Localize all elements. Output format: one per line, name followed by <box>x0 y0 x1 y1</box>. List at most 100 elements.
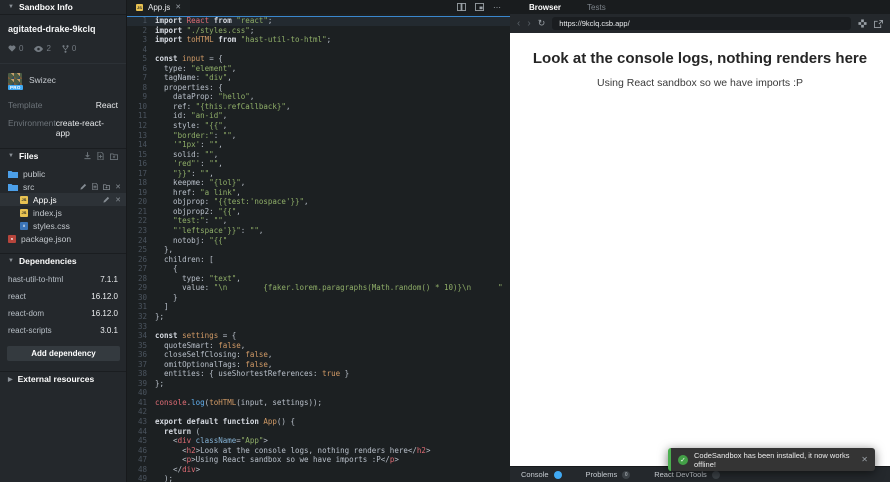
close-icon[interactable]: ✕ <box>175 3 181 11</box>
code-line-20[interactable]: 20 objprop: "{{test:'nospace'}}", <box>127 197 510 207</box>
new-folder-icon[interactable] <box>110 153 118 160</box>
code-line-40[interactable]: 40 <box>127 388 510 398</box>
pencil-icon[interactable] <box>80 183 87 190</box>
code-line-30[interactable]: 30 } <box>127 293 510 303</box>
code-line-21[interactable]: 21 objprop2: "{{", <box>127 207 510 217</box>
code-line-47[interactable]: 47 <p>Using React sandbox so we have imp… <box>127 455 510 465</box>
code-line-15[interactable]: 15 solid: "", <box>127 150 510 160</box>
code-line-8[interactable]: 8 properties: { <box>127 83 510 93</box>
preview-window-icon[interactable] <box>475 3 484 11</box>
code-line-27[interactable]: 27 { <box>127 264 510 274</box>
code-line-18[interactable]: 18 keepme: "{lol}", <box>127 178 510 188</box>
file-row-public[interactable]: public <box>0 167 126 180</box>
code-line-36[interactable]: 36 closeSelfClosing: false, <box>127 350 510 360</box>
code-line-13[interactable]: 13 "border:": "", <box>127 131 510 141</box>
code-line-29[interactable]: 29 value: "\n {faker.lorem.paragraphs(Ma… <box>127 283 510 293</box>
download-icon[interactable] <box>84 152 91 160</box>
back-icon[interactable]: ‹ <box>517 19 520 29</box>
code-line-17[interactable]: 17 "}}": "", <box>127 169 510 179</box>
code-line-1[interactable]: 1import React from "react"; <box>127 16 510 26</box>
code-line-9[interactable]: 9 dataProp: "hello", <box>127 92 510 102</box>
code-line-4[interactable]: 4 <box>127 45 510 55</box>
dependency-row[interactable]: hast-util-to-html7.1.1 <box>0 271 126 288</box>
code-line-6[interactable]: 6 type: "element", <box>127 64 510 74</box>
code-line-28[interactable]: 28 type: "text", <box>127 274 510 284</box>
code-line-45[interactable]: 45 <div className="App"> <box>127 436 510 446</box>
delete-icon[interactable]: ✕ <box>115 196 121 204</box>
code-line-37[interactable]: 37 omitOptionalTags: false, <box>127 360 510 370</box>
code-line-12[interactable]: 12 style: "{{", <box>127 121 510 131</box>
files-section-header[interactable]: ▼ Files <box>0 148 126 163</box>
code-line-26[interactable]: 26 children: [ <box>127 255 510 265</box>
code-line-42[interactable]: 42 <box>127 407 510 417</box>
sandbox-info-header[interactable]: ▼ Sandbox Info <box>0 0 126 15</box>
code-line-3[interactable]: 3import toHTML from "hast-util-to-html"; <box>127 35 510 45</box>
file-row-index-js[interactable]: JSindex.js <box>0 206 126 219</box>
code-line-41[interactable]: 41console.log(toHTML(input, settings)); <box>127 398 510 408</box>
responsive-mode-icon[interactable] <box>858 19 867 28</box>
forks-stat[interactable]: 0 <box>62 44 76 53</box>
tab-appjs[interactable]: JS App.js ✕ <box>127 0 190 14</box>
close-icon[interactable]: ✕ <box>861 455 868 464</box>
line-number: 40 <box>127 388 147 398</box>
file-row-src[interactable]: src✕ <box>0 180 126 193</box>
code-line-49[interactable]: 49 ); <box>127 474 510 482</box>
likes-stat[interactable]: 0 <box>8 44 23 53</box>
code-line-7[interactable]: 7 tagName: "div", <box>127 73 510 83</box>
code-line-25[interactable]: 25 }, <box>127 245 510 255</box>
statusbar-problems[interactable]: Problems0 <box>586 470 631 479</box>
code-line-43[interactable]: 43export default function App() { <box>127 417 510 427</box>
code-line-11[interactable]: 11 id: "an-id", <box>127 111 510 121</box>
dependency-row[interactable]: react16.12.0 <box>0 288 126 305</box>
sandbox-stats: 0 2 0 <box>0 40 126 64</box>
code-line-33[interactable]: 33 <box>127 322 510 332</box>
statusbar-console[interactable]: Console <box>521 470 562 479</box>
file-row-package-json[interactable]: npackage.json <box>0 232 126 245</box>
tab-browser[interactable]: Browser <box>529 3 561 12</box>
forks-count: 0 <box>72 44 76 53</box>
new-folder-icon[interactable] <box>103 184 110 190</box>
code-line-23[interactable]: 23 "'leftspace'}}": "", <box>127 226 510 236</box>
code-area[interactable]: 1import React from "react";2import "./st… <box>127 14 510 482</box>
add-dependency-button[interactable]: Add dependency <box>7 346 120 361</box>
environment-label: Environment <box>8 118 56 138</box>
code-line-24[interactable]: 24 notobj: "{{" <box>127 236 510 246</box>
code-line-14[interactable]: 14 '"1px': "", <box>127 140 510 150</box>
code-line-16[interactable]: 16 'red"': "", <box>127 159 510 169</box>
dependency-row[interactable]: react-scripts3.0.1 <box>0 322 126 339</box>
new-file-icon[interactable] <box>92 183 98 190</box>
code-line-44[interactable]: 44 return ( <box>127 427 510 437</box>
external-resources-header[interactable]: ▶ External resources <box>0 371 126 386</box>
file-row-styles-css[interactable]: #styles.css <box>0 219 126 232</box>
code-line-35[interactable]: 35 quoteSmart: false, <box>127 341 510 351</box>
code-line-10[interactable]: 10 ref: "{this.refCallback}", <box>127 102 510 112</box>
dependencies-section-header[interactable]: ▼ Dependencies <box>0 253 126 268</box>
refresh-icon[interactable]: ↻ <box>538 18 546 29</box>
code-line-38[interactable]: 38 entities: { useShortestReferences: tr… <box>127 369 510 379</box>
code-line-31[interactable]: 31 ] <box>127 302 510 312</box>
file-row-App-js[interactable]: JSApp.js✕ <box>0 193 126 206</box>
new-file-icon[interactable] <box>97 152 104 160</box>
code-line-48[interactable]: 48 </div> <box>127 465 510 475</box>
pencil-icon[interactable] <box>103 196 110 203</box>
code-line-32[interactable]: 32}; <box>127 312 510 322</box>
dependency-version: 16.12.0 <box>91 292 118 301</box>
code-line-34[interactable]: 34const settings = { <box>127 331 510 341</box>
code-line-19[interactable]: 19 href: "a link", <box>127 188 510 198</box>
statusbar-react-devtools[interactable]: React DevTools <box>654 470 720 479</box>
split-editor-icon[interactable] <box>457 3 466 11</box>
code-line-46[interactable]: 46 <h2>Look at the console logs, nothing… <box>127 446 510 456</box>
code-line-2[interactable]: 2import "./styles.css"; <box>127 26 510 36</box>
url-input[interactable] <box>552 17 851 30</box>
dependency-row[interactable]: react-dom16.12.0 <box>0 305 126 322</box>
forward-icon[interactable]: › <box>527 19 530 29</box>
tab-tests[interactable]: Tests <box>587 3 606 12</box>
code-line-22[interactable]: 22 "test:": "", <box>127 216 510 226</box>
more-options-icon[interactable]: ⋯ <box>493 3 502 12</box>
code-line-39[interactable]: 39}; <box>127 379 510 389</box>
line-number: 22 <box>127 216 147 226</box>
open-new-window-icon[interactable] <box>874 20 883 28</box>
delete-icon[interactable]: ✕ <box>115 183 121 191</box>
code-line-5[interactable]: 5const input = { <box>127 54 510 64</box>
user-row[interactable]: PRO Swizec <box>0 64 126 96</box>
